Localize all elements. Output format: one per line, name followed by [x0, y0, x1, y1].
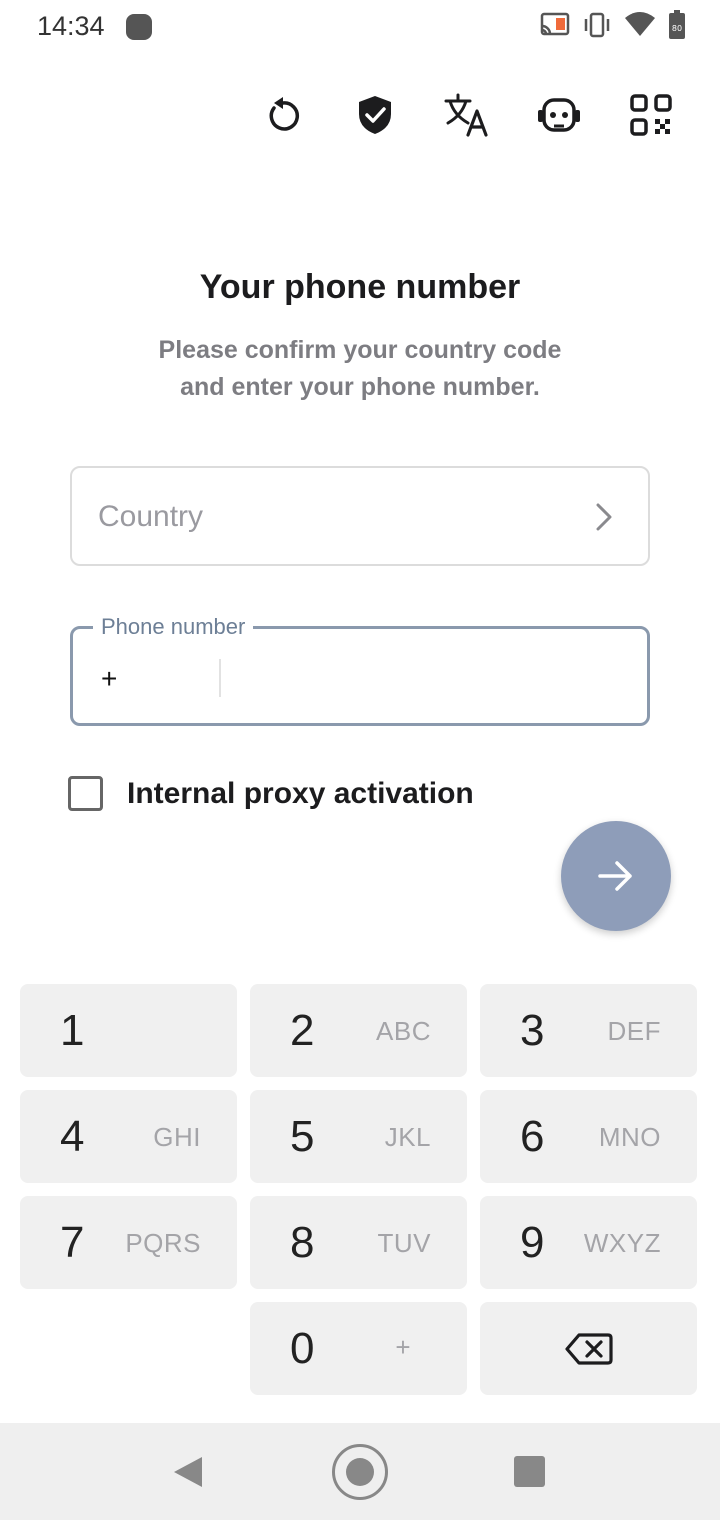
key-digit: 1: [60, 1006, 85, 1055]
key-4[interactable]: 4 GHI: [20, 1090, 237, 1183]
subtitle-line-1: Please confirm your country code: [158, 336, 562, 364]
recents-button[interactable]: [514, 1456, 545, 1487]
key-digit: 4: [60, 1112, 85, 1161]
key-5[interactable]: 5 JKL: [250, 1090, 467, 1183]
cast-icon: [540, 12, 570, 36]
qr-code-icon: [630, 94, 672, 136]
backspace-icon: [564, 1332, 613, 1365]
bot-icon: [538, 98, 580, 132]
refresh-button[interactable]: [260, 92, 306, 138]
status-icons: 80: [540, 10, 686, 40]
key-letters: +: [395, 1332, 411, 1362]
key-digit: 3: [520, 1006, 545, 1055]
language-button[interactable]: [444, 92, 490, 138]
back-icon[interactable]: [172, 1455, 204, 1489]
key-digit: 8: [290, 1218, 315, 1267]
key-3[interactable]: 3 DEF: [480, 984, 697, 1077]
battery-icon: 80: [669, 10, 685, 39]
bot-button[interactable]: [536, 92, 582, 138]
key-7[interactable]: 7 PQRS: [20, 1196, 237, 1289]
key-digit: 5: [290, 1112, 315, 1161]
vibrate-icon: [584, 12, 610, 38]
key-digit: 2: [290, 1006, 315, 1055]
page-subtitle: Please confirm your country code and ent…: [0, 332, 720, 406]
subtitle-line-2: and enter your phone number.: [180, 373, 540, 401]
country-placeholder: Country: [98, 500, 204, 533]
top-toolbar: [260, 92, 674, 138]
wifi-icon: [625, 12, 655, 36]
key-digit: 7: [60, 1218, 85, 1267]
home-icon: [346, 1458, 374, 1486]
key-2[interactable]: 2 ABC: [250, 984, 467, 1077]
arrow-right-icon: [598, 861, 632, 891]
battery-level: 80: [672, 24, 682, 33]
key-letters: MNO: [598, 1122, 661, 1152]
key-letters: GHI: [153, 1122, 201, 1152]
page-title: Your phone number: [199, 268, 521, 306]
key-9[interactable]: 9 WXYZ: [480, 1196, 697, 1289]
key-letters: PQRS: [125, 1228, 201, 1258]
refresh-icon: [269, 97, 300, 131]
key-6[interactable]: 6 MNO: [480, 1090, 697, 1183]
country-select[interactable]: Country: [70, 466, 650, 566]
key-letters: DEF: [607, 1016, 661, 1046]
proxy-checkbox[interactable]: [68, 776, 103, 811]
notification-icon: [126, 14, 152, 40]
key-digit: 0: [290, 1324, 315, 1373]
key-letters: ABC: [376, 1016, 431, 1046]
phone-number-input[interactable]: [233, 651, 623, 703]
key-letters: TUV: [377, 1228, 431, 1258]
proxy-label: Internal proxy activation: [127, 776, 474, 810]
translate-icon: [444, 93, 488, 137]
phone-number-label: Phone number: [93, 614, 254, 640]
security-button[interactable]: [352, 92, 398, 138]
key-digit: 6: [520, 1112, 545, 1161]
chevron-right-icon: [596, 503, 612, 531]
system-nav-bar: [0, 1423, 720, 1520]
key-letters: JKL: [384, 1122, 431, 1152]
status-bar: 14:34 80: [0, 0, 720, 54]
qr-code-button[interactable]: [628, 92, 674, 138]
key-1[interactable]: 1: [20, 984, 237, 1077]
shield-check-icon: [359, 96, 391, 134]
key-8[interactable]: 8 TUV: [250, 1196, 467, 1289]
key-letters: WXYZ: [583, 1228, 661, 1258]
proxy-activation-row[interactable]: Internal proxy activation: [68, 776, 474, 811]
backspace-key[interactable]: [480, 1302, 697, 1395]
key-0[interactable]: 0 +: [250, 1302, 467, 1395]
home-button[interactable]: [332, 1444, 388, 1500]
phone-number-field[interactable]: Phone number +: [70, 614, 650, 726]
country-code-prefix[interactable]: +: [101, 663, 117, 695]
key-digit: 9: [520, 1218, 545, 1267]
field-divider: [219, 659, 221, 697]
next-button[interactable]: [561, 821, 671, 931]
status-time: 14:34: [37, 11, 105, 41]
